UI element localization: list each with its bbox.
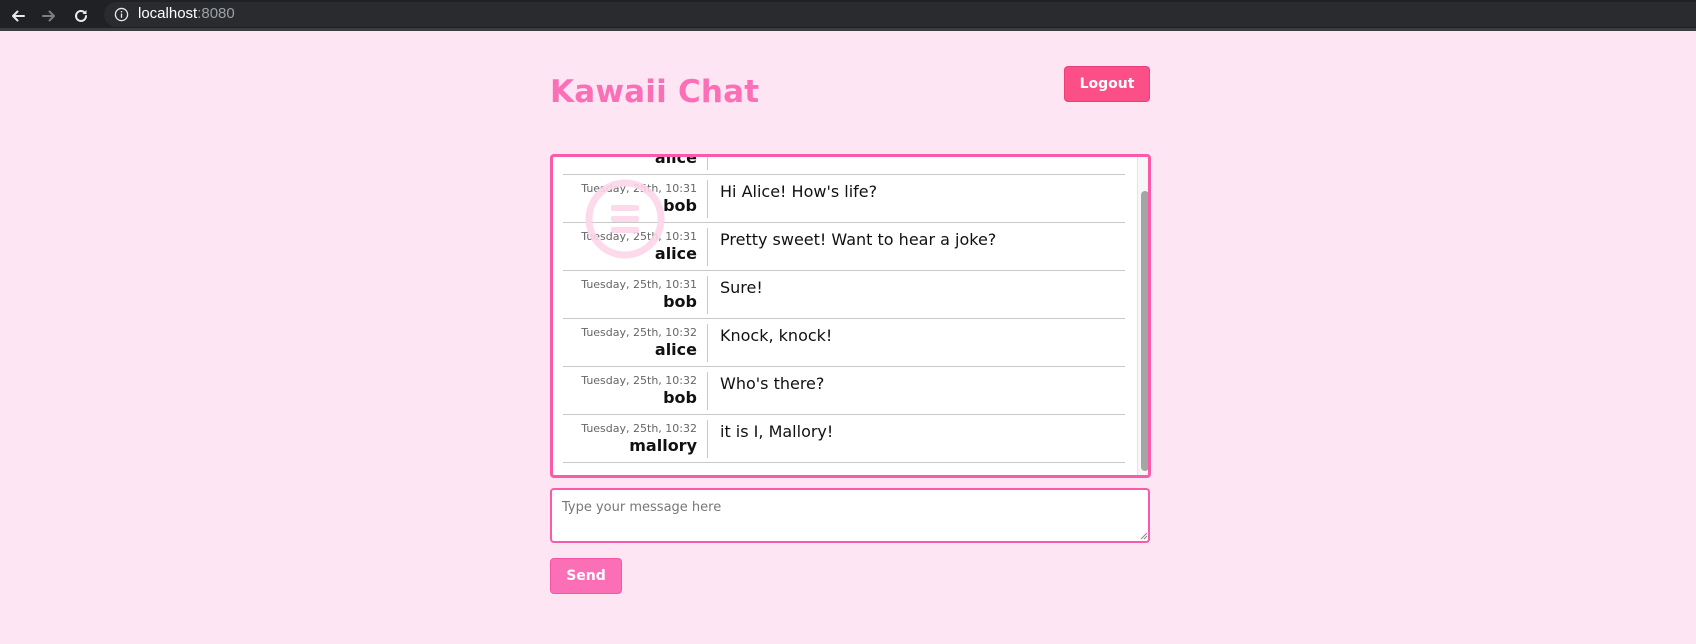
message-meta: Tuesday, 25th, 10:32 bob [563, 372, 708, 410]
url-port: :8080 [197, 5, 235, 22]
message-row: alice [563, 154, 1125, 175]
resize-grip-icon[interactable] [1138, 530, 1148, 540]
message-meta: Tuesday, 25th, 10:31 alice [563, 228, 708, 266]
message-time: Tuesday, 25th, 10:31 [581, 182, 697, 195]
url-host: localhost [138, 5, 198, 22]
message-user: alice [654, 154, 697, 167]
message-text: Sure! [720, 278, 763, 297]
message-time: Tuesday, 25th, 10:31 [581, 230, 697, 243]
back-arrow-icon [12, 10, 25, 22]
message-text: Who's there? [720, 374, 825, 393]
message-text: Pretty sweet! Want to hear a joke? [720, 230, 997, 249]
message-text: it is I, Mallory! [720, 422, 834, 441]
page-title: Kawaii Chat [550, 74, 760, 110]
url-text: localhost:8080 [138, 5, 235, 22]
message-input[interactable] [550, 488, 1150, 543]
browser-toolbar: localhost:8080 [0, 0, 1696, 31]
message-meta: alice [563, 154, 708, 170]
message-list: alice Tuesday, 25th, 10:31 bob Hi Alice!… [563, 157, 1125, 475]
message-user: bob [663, 292, 697, 311]
info-icon[interactable] [114, 7, 129, 22]
send-button[interactable]: Send [550, 558, 622, 594]
message-time: Tuesday, 25th, 10:32 [581, 374, 697, 387]
message-time: Tuesday, 25th, 10:31 [581, 278, 697, 291]
message-row: Tuesday, 25th, 10:31 bob Hi Alice! How's… [563, 175, 1125, 223]
reload-icon [75, 9, 87, 22]
message-row: Tuesday, 25th, 10:32 bob Who's there? [563, 367, 1125, 415]
message-text: Hi Alice! How's life? [720, 182, 878, 201]
chat-history[interactable]: alice Tuesday, 25th, 10:31 bob Hi Alice!… [550, 154, 1151, 478]
message-text: Knock, knock! [720, 326, 833, 345]
scrollbar-thumb[interactable] [1141, 191, 1148, 471]
message-row: Tuesday, 25th, 10:31 alice Pretty sweet!… [563, 223, 1125, 271]
message-time: Tuesday, 25th, 10:32 [581, 326, 697, 339]
logout-button[interactable]: Logout [1064, 66, 1150, 102]
message-row: Tuesday, 25th, 10:32 mallory it is I, Ma… [563, 415, 1125, 463]
message-user: alice [654, 340, 697, 359]
address-bar[interactable] [104, 2, 1696, 27]
message-row: Tuesday, 25th, 10:31 bob Sure! [563, 271, 1125, 319]
message-meta: Tuesday, 25th, 10:32 mallory [563, 420, 708, 458]
message-row: Tuesday, 25th, 10:32 alice Knock, knock! [563, 319, 1125, 367]
message-meta: Tuesday, 25th, 10:32 alice [563, 324, 708, 362]
forward-button[interactable] [37, 4, 61, 28]
back-button[interactable] [6, 4, 30, 28]
chat-scrollbar[interactable] [1137, 157, 1148, 475]
message-meta: Tuesday, 25th, 10:31 bob [563, 276, 708, 314]
message-user: alice [654, 244, 697, 263]
message-user: bob [663, 196, 697, 215]
reload-button[interactable] [69, 4, 93, 28]
message-user: bob [663, 388, 697, 407]
message-user: mallory [629, 436, 697, 455]
forward-arrow-icon [42, 10, 55, 22]
message-meta: Tuesday, 25th, 10:31 bob [563, 180, 708, 218]
message-time: Tuesday, 25th, 10:32 [581, 422, 697, 435]
